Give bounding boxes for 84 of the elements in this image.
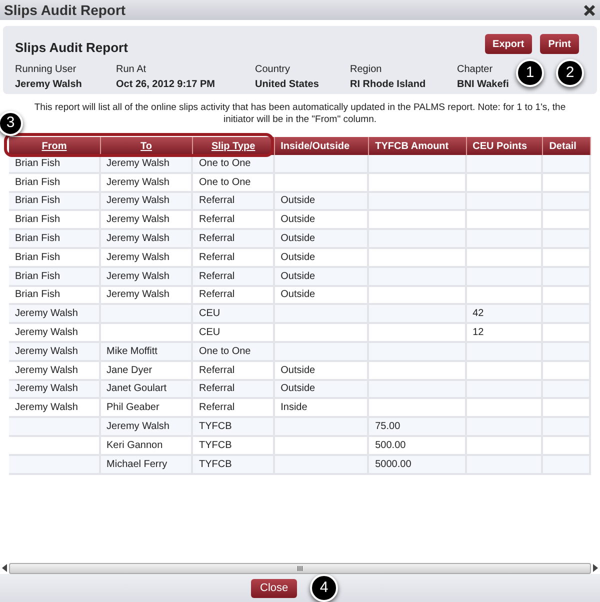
table-cell: TYFCB bbox=[193, 418, 275, 435]
field-value: Oct 26, 2012 9:17 PM bbox=[116, 78, 215, 92]
table-cell: Brian Fish bbox=[9, 230, 101, 247]
table-cell: Phil Geaber bbox=[100, 399, 194, 416]
table-cell: Jeremy Walsh bbox=[100, 155, 194, 172]
table-cell: Jeremy Walsh bbox=[9, 324, 101, 341]
field-value: BNI Wakefi bbox=[457, 78, 509, 92]
field-label: Country bbox=[255, 62, 290, 76]
window-title: Slips Audit Report bbox=[4, 0, 126, 20]
table-cell: Brian Fish bbox=[9, 174, 101, 191]
table-cell: 75.00 bbox=[369, 418, 467, 435]
table-cell: CEU bbox=[193, 305, 275, 322]
table-cell: 500.00 bbox=[369, 436, 467, 454]
field-label: Chapter bbox=[457, 62, 493, 76]
action-button[interactable]: Print bbox=[540, 34, 579, 54]
table-cell: Referral bbox=[193, 230, 275, 247]
table-cell: Jeremy Walsh bbox=[9, 342, 101, 360]
table-cell: Outside bbox=[274, 230, 370, 247]
table-cell: Referral bbox=[193, 362, 275, 379]
field-value: RI Rhode Island bbox=[350, 78, 426, 92]
table-cell: One to One bbox=[193, 342, 275, 360]
table-cell: Outside bbox=[274, 211, 370, 228]
table-cell: TYFCB bbox=[193, 456, 275, 473]
table-cell: Jane Dyer bbox=[100, 362, 194, 379]
table-cell: Referral bbox=[193, 286, 275, 304]
table-cell: TYFCB bbox=[193, 436, 275, 454]
table-cell: Inside bbox=[274, 399, 370, 416]
grip-icon bbox=[297, 566, 303, 570]
table-cell: Janet Goulart bbox=[100, 380, 194, 398]
table-cell: Jeremy Walsh bbox=[100, 418, 194, 435]
table-cell: One to One bbox=[193, 155, 275, 172]
table-cell: Outside bbox=[274, 192, 370, 210]
field-value: Jeremy Walsh bbox=[15, 78, 82, 92]
table-cell: Jeremy Walsh bbox=[100, 192, 194, 210]
table-cell: Outside bbox=[274, 248, 370, 266]
action-button[interactable]: Export bbox=[484, 34, 532, 54]
close-icon[interactable] bbox=[583, 4, 596, 16]
table-cell: Jeremy Walsh bbox=[100, 248, 194, 266]
table-cell: Brian Fish bbox=[9, 286, 101, 304]
table-cell: Mike Moffitt bbox=[100, 342, 194, 360]
table-cell: Jeremy Walsh bbox=[100, 286, 194, 304]
column-header[interactable]: To bbox=[100, 137, 194, 155]
field-value: United States bbox=[255, 78, 319, 92]
close-button[interactable]: Close bbox=[251, 578, 298, 598]
field-label: Run At bbox=[116, 62, 146, 76]
table-cell: Referral bbox=[193, 248, 275, 266]
table-cell: Jeremy Walsh bbox=[100, 230, 194, 247]
table-cell: CEU bbox=[193, 324, 275, 341]
table-cell: Outside bbox=[274, 380, 370, 398]
table-cell: Brian Fish bbox=[9, 155, 101, 172]
table-cell: Jeremy Walsh bbox=[9, 362, 101, 379]
table-cell: 5000.00 bbox=[369, 456, 467, 473]
field-label: Region bbox=[350, 62, 382, 76]
table-cell: Jeremy Walsh bbox=[9, 380, 101, 398]
scroll-right-icon[interactable] bbox=[593, 564, 598, 572]
table-cell: Brian Fish bbox=[9, 192, 101, 210]
table-cell: Jeremy Walsh bbox=[9, 305, 101, 322]
table-cell: Referral bbox=[193, 268, 275, 285]
table-cell: Referral bbox=[193, 399, 275, 416]
table-cell: Brian Fish bbox=[9, 268, 101, 285]
report-description: This report will list all of the online slips activity that has been automatically updated in the PALMS report. Note: for 1 to 1's, the initiator will be in the "From" column. bbox=[33, 102, 567, 126]
table-cell: Jeremy Walsh bbox=[100, 211, 194, 228]
table-cell: Michael Ferry bbox=[100, 456, 194, 473]
table-cell: Outside bbox=[274, 268, 370, 285]
table-cell: Jeremy Walsh bbox=[9, 399, 101, 416]
table-cell: Jeremy Walsh bbox=[100, 268, 194, 285]
column-header[interactable]: From bbox=[9, 137, 101, 155]
table-cell: Outside bbox=[274, 286, 370, 304]
table-cell: Referral bbox=[193, 211, 275, 228]
table-cell: One to One bbox=[193, 174, 275, 191]
table-cell: Referral bbox=[193, 192, 275, 210]
step-marker: 3 bbox=[0, 111, 23, 136]
table-cell: Referral bbox=[193, 380, 275, 398]
report-title: Slips Audit Report bbox=[15, 39, 128, 57]
table-cell: 42 bbox=[466, 305, 544, 322]
table-cell: Brian Fish bbox=[9, 248, 101, 266]
field-label: Running User bbox=[15, 62, 76, 76]
table-cell: Brian Fish bbox=[9, 211, 101, 228]
table-cell: Jeremy Walsh bbox=[100, 174, 194, 191]
scroll-left-icon[interactable] bbox=[2, 564, 7, 572]
horizontal-scrollbar[interactable] bbox=[2, 562, 598, 574]
table-cell: 12 bbox=[466, 324, 544, 341]
table-cell: Keri Gannon bbox=[100, 436, 194, 454]
table-cell: Outside bbox=[274, 362, 370, 379]
